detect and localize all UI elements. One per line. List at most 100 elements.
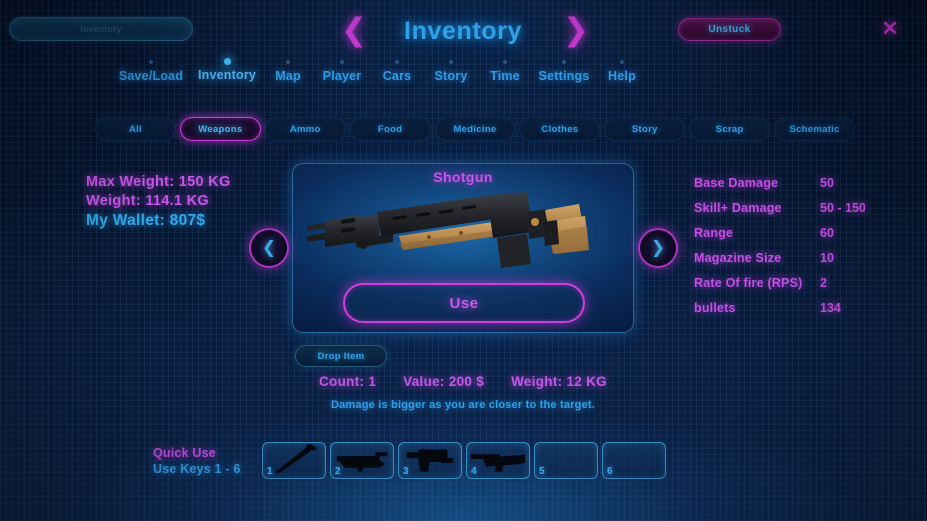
item-weight: Weight: 12 KG — [511, 374, 607, 389]
item-count: Count: 1 — [319, 374, 377, 389]
filter-tab-label: All — [128, 123, 142, 135]
nav-item-label: Cars — [382, 69, 412, 83]
nav-item-story[interactable]: Story — [422, 60, 480, 83]
quick-slot-1[interactable]: 1 — [262, 442, 326, 479]
nav-item-help[interactable]: Help — [598, 60, 646, 83]
filter-tab-label: Medicine — [453, 123, 497, 135]
stat-value: 134 — [820, 301, 841, 315]
stat-value: 50 - 150 — [820, 201, 866, 215]
nav-dot-icon — [223, 58, 231, 65]
stat-value: 60 — [820, 226, 834, 240]
prev-item-button[interactable]: ❮ — [249, 228, 289, 268]
use-button[interactable]: Use — [343, 283, 585, 323]
nav-item-label: Inventory — [197, 68, 257, 82]
wallet-text: My Wallet: 807$ — [86, 212, 206, 229]
nav-dot-icon — [395, 60, 399, 64]
stat-row: Skill+ Damage 50 - 150 — [694, 201, 894, 226]
quick-slot-number: 6 — [607, 466, 613, 477]
chevron-left-icon: ❮ — [341, 12, 367, 48]
quick-slot-4[interactable]: 4 — [466, 442, 530, 479]
quick-slot-6[interactable]: 6 — [602, 442, 666, 479]
nav-item-cars[interactable]: Cars — [372, 60, 422, 83]
quick-slot-2[interactable]: 2 — [330, 442, 394, 479]
filter-tab-label: Food — [377, 123, 403, 135]
close-button[interactable]: ✕ — [880, 19, 900, 39]
stat-label: Base Damage — [694, 176, 779, 190]
nav-dot-icon — [340, 60, 344, 64]
filter-tab-bar: All Weapons Ammo Food Medicine Clothes Story Sc… — [95, 117, 856, 141]
search-pill-label: Inventory — [80, 24, 122, 34]
quick-slot-number: 5 — [539, 466, 545, 477]
inventory-screen: Inventory ❮ Inventory ❯ Unstuck ✕ Save/L… — [0, 0, 927, 521]
nav-item-time[interactable]: Time — [480, 60, 530, 83]
nav-menu: Save/Load Inventory Map Player Cars Story Time… — [112, 58, 812, 90]
quick-use-legend: Quick Use Use Keys 1 - 6 — [153, 446, 241, 476]
stat-row: Base Damage 50 — [694, 176, 894, 201]
unstuck-label: Unstuck — [708, 24, 751, 35]
filter-tab-all[interactable]: All — [95, 117, 176, 141]
filter-tab-weapons[interactable]: Weapons — [179, 117, 261, 141]
stat-value: 50 — [820, 176, 834, 190]
quick-use-subtitle: Use Keys 1 - 6 — [153, 462, 241, 476]
quick-slot-3[interactable]: 3 — [398, 442, 462, 479]
unstuck-button[interactable]: Unstuck — [678, 18, 781, 41]
filter-tab-label: Scrap — [715, 123, 744, 135]
quick-use-slots: 1 2 3 4 5 6 — [262, 442, 666, 479]
nav-dot-icon — [286, 60, 290, 64]
nav-item-settings[interactable]: Settings — [530, 60, 598, 83]
filter-tab-label: Ammo — [289, 123, 321, 135]
item-meta-row: Count: 1 Value: 200 $ Weight: 12 KG — [292, 374, 634, 389]
page-title: Inventory — [404, 17, 522, 45]
filter-tab-label: Clothes — [541, 123, 579, 135]
filter-tab-scrap[interactable]: Scrap — [689, 117, 771, 141]
quick-slot-number: 1 — [267, 466, 273, 477]
filter-tab-label: Story — [631, 123, 658, 135]
filter-tab-label: Schematic — [789, 123, 840, 135]
nav-item-save-load[interactable]: Save/Load — [112, 60, 190, 83]
nav-dot-icon — [562, 60, 566, 64]
quick-use-title: Quick Use — [153, 446, 216, 460]
next-item-button[interactable]: ❯ — [638, 228, 678, 268]
item-value: Value: 200 $ — [403, 374, 485, 389]
item-name: Shotgun — [433, 169, 493, 185]
stat-row: Range 60 — [694, 226, 894, 251]
stat-row: Rate Of fire (RPS) 2 — [694, 276, 894, 301]
quick-slot-number: 2 — [335, 466, 341, 477]
filter-tab-clothes[interactable]: Clothes — [519, 117, 601, 141]
nav-item-label: Settings — [538, 69, 590, 83]
quick-slot-5[interactable]: 5 — [534, 442, 598, 479]
stat-value: 10 — [820, 251, 834, 265]
stat-row: Magazine Size 10 — [694, 251, 894, 276]
prev-page-button[interactable]: ❮ — [341, 15, 367, 46]
filter-tab-story[interactable]: Story — [604, 117, 686, 141]
stat-row: bullets 134 — [694, 301, 894, 326]
stat-label: Magazine Size — [694, 251, 782, 265]
nav-item-label: Help — [608, 69, 636, 83]
nav-item-player[interactable]: Player — [312, 60, 372, 83]
filter-tab-food[interactable]: Food — [349, 117, 431, 141]
stat-label: Skill+ Damage — [694, 201, 782, 215]
stat-label: Range — [694, 226, 734, 240]
header-bar: Inventory ❮ Inventory ❯ Unstuck ✕ — [0, 0, 927, 58]
nav-item-label: Player — [322, 69, 362, 83]
drop-item-label: Drop Item — [317, 350, 365, 362]
nav-item-inventory[interactable]: Inventory — [190, 58, 264, 82]
search-pill[interactable]: Inventory — [9, 17, 193, 41]
nav-dot-icon — [149, 60, 153, 64]
nav-item-label: Time — [490, 69, 520, 83]
next-page-button[interactable]: ❯ — [563, 15, 589, 46]
item-stats-panel: Base Damage 50 Skill+ Damage 50 - 150 Range 6… — [694, 176, 894, 326]
stat-label: Rate Of fire (RPS) — [694, 276, 803, 290]
quick-slot-number: 3 — [403, 466, 409, 477]
filter-tab-schematic[interactable]: Schematic — [774, 117, 856, 141]
stat-label: bullets — [694, 301, 736, 315]
filter-tab-medicine[interactable]: Medicine — [434, 117, 516, 141]
filter-tab-ammo[interactable]: Ammo — [264, 117, 346, 141]
drop-item-button[interactable]: Drop Item — [295, 345, 387, 367]
nav-item-map[interactable]: Map — [264, 60, 312, 83]
weight-summary: Max Weight: 150 KG Weight: 114.1 KG My W… — [86, 174, 231, 233]
item-description: Damage is bigger as you are closer to th… — [330, 399, 596, 411]
filter-tab-label: Weapons — [198, 123, 243, 135]
use-button-label: Use — [449, 294, 479, 312]
nav-dot-icon — [620, 60, 624, 64]
